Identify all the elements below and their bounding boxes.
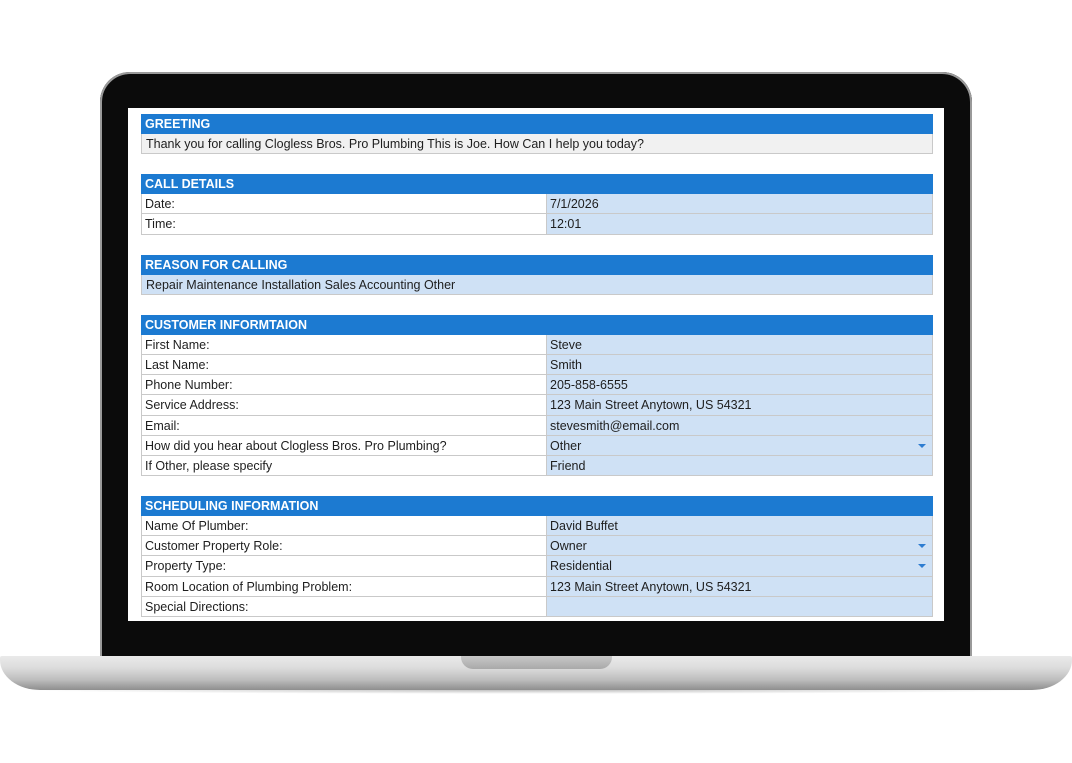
time-row: Time: 12:01 (141, 214, 933, 235)
special-directions-row: Special Directions: (141, 596, 933, 617)
date-label: Date: (142, 194, 547, 214)
customer-section: CUSTOMER INFORMTAION First Name: Steve L… (141, 314, 933, 477)
referral-select[interactable]: Other (547, 435, 933, 455)
referral-label: How did you hear about Clogless Bros. Pr… (142, 435, 547, 455)
laptop-screen: GREETING Thank you for calling Clogless … (128, 108, 944, 621)
phone-label: Phone Number: (142, 375, 547, 395)
call-details-section: CALL DETAILS Date: 7/1/2026 Time: 12:01 (141, 174, 933, 235)
last-name-row: Last Name: Smith (141, 354, 933, 376)
other-specify-field[interactable]: Friend (547, 455, 933, 476)
plumber-row: Name Of Plumber: David Buffet (141, 516, 933, 537)
other-specify-row: If Other, please specify Friend (141, 455, 933, 477)
property-role-label: Customer Property Role: (142, 536, 547, 556)
referral-value: Other (550, 438, 582, 453)
greeting-section: GREETING Thank you for calling Clogless … (141, 114, 933, 155)
first-name-field[interactable]: Steve (547, 334, 933, 354)
reason-section: REASON FOR CALLING Repair Maintenance In… (141, 254, 933, 295)
chevron-down-icon[interactable] (918, 564, 926, 569)
reason-field[interactable]: Repair Maintenance Installation Sales Ac… (141, 274, 933, 295)
property-type-value: Residential (550, 559, 612, 574)
special-directions-label: Special Directions: (142, 596, 547, 616)
chevron-down-icon[interactable] (918, 443, 926, 448)
property-role-select[interactable]: Owner (547, 536, 933, 556)
call-log-sheet: GREETING Thank you for calling Clogless … (141, 114, 933, 621)
referral-row: How did you hear about Clogless Bros. Pr… (141, 435, 933, 456)
date-row: Date: 7/1/2026 (141, 194, 933, 215)
last-name-field[interactable]: Smith (547, 354, 933, 375)
phone-row: Phone Number: 205-858-6555 (141, 375, 933, 396)
email-label: Email: (142, 415, 547, 435)
reason-header: REASON FOR CALLING (141, 254, 933, 275)
date-field[interactable]: 7/1/2026 (547, 194, 933, 214)
plumber-label: Name Of Plumber: (142, 516, 547, 536)
plumber-field[interactable]: David Buffet (547, 516, 933, 536)
special-directions-field[interactable] (547, 596, 933, 616)
time-label: Time: (142, 214, 547, 234)
greeting-text[interactable]: Thank you for calling Clogless Bros. Pro… (141, 134, 933, 155)
first-name-label: First Name: (142, 334, 547, 354)
chevron-down-icon[interactable] (918, 544, 926, 549)
scheduling-section: SCHEDULING INFORMATION Name Of Plumber: … (141, 496, 933, 617)
room-location-field[interactable]: 123 Main Street Anytown, US 54321 (547, 576, 933, 596)
room-location-row: Room Location of Plumbing Problem: 123 M… (141, 576, 933, 597)
service-address-row: Service Address: 123 Main Street Anytown… (141, 395, 933, 416)
room-location-label: Room Location of Plumbing Problem: (142, 576, 547, 596)
property-type-row: Property Type: Residential (141, 556, 933, 577)
property-role-row: Customer Property Role: Owner (141, 536, 933, 557)
property-type-label: Property Type: (142, 556, 547, 576)
last-name-label: Last Name: (142, 354, 547, 375)
first-name-row: First Name: Steve (141, 334, 933, 355)
service-address-field[interactable]: 123 Main Street Anytown, US 54321 (547, 395, 933, 415)
phone-field[interactable]: 205-858-6555 (547, 375, 933, 395)
property-role-value: Owner (550, 539, 587, 554)
property-type-select[interactable]: Residential (547, 556, 933, 576)
greeting-header: GREETING (141, 114, 933, 134)
scheduling-header: SCHEDULING INFORMATION (141, 496, 933, 517)
email-row: Email: stevesmith@email.com (141, 415, 933, 436)
email-field[interactable]: stevesmith@email.com (547, 415, 933, 435)
call-details-header: CALL DETAILS (141, 174, 933, 195)
time-field[interactable]: 12:01 (547, 214, 933, 234)
laptop-opening-notch (461, 656, 612, 669)
customer-header: CUSTOMER INFORMTAION (141, 314, 933, 335)
other-specify-label: If Other, please specify (142, 455, 547, 476)
service-address-label: Service Address: (142, 395, 547, 415)
